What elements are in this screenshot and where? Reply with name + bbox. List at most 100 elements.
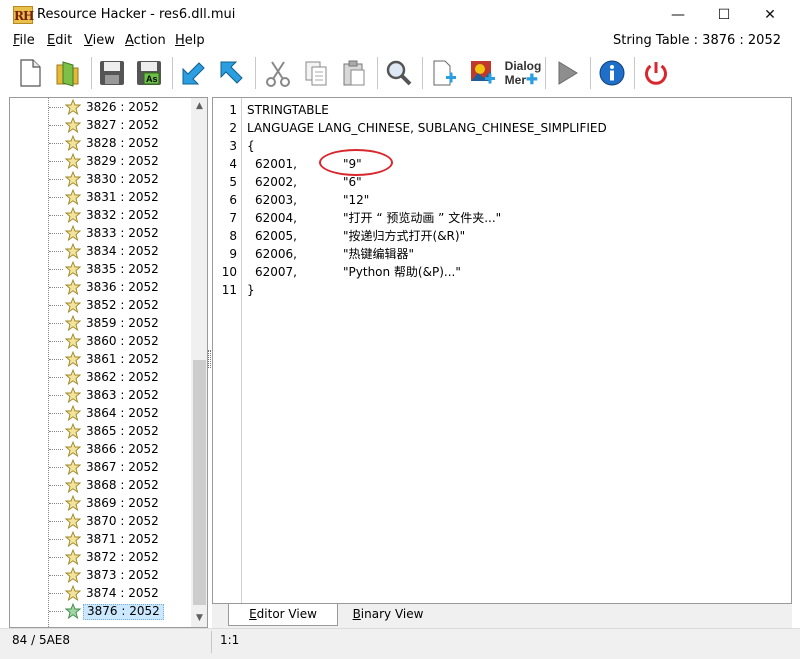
string-value: "打开 “ 预览动画 ” 文件夹..." bbox=[343, 211, 502, 225]
tree-item[interactable]: 3866 : 2052 bbox=[10, 440, 192, 458]
tree-item[interactable]: 3864 : 2052 bbox=[10, 404, 192, 422]
status-divider bbox=[211, 631, 212, 653]
tree-item[interactable]: 3829 : 2052 bbox=[10, 152, 192, 170]
star-icon bbox=[64, 242, 82, 260]
dialog-menu-button[interactable]: Dialog Mer✚ bbox=[505, 56, 542, 90]
tree-item[interactable]: 3872 : 2052 bbox=[10, 548, 192, 566]
code-editor[interactable]: 1 2 3 4 5 6 7 8 9 10 11 STRINGTABLE LANG… bbox=[212, 97, 792, 604]
tree-item[interactable]: 3831 : 2052 bbox=[10, 188, 192, 206]
tree-item[interactable]: 3836 : 2052 bbox=[10, 278, 192, 296]
exit-button[interactable] bbox=[640, 56, 672, 90]
tree-item-label: 3835 : 2052 bbox=[86, 262, 159, 276]
info-icon bbox=[599, 60, 625, 86]
tree-item[interactable]: 3867 : 2052 bbox=[10, 458, 192, 476]
star-icon bbox=[64, 350, 82, 368]
minimize-button[interactable]: — bbox=[655, 0, 701, 30]
menu-file[interactable]: File bbox=[13, 33, 35, 48]
tree-item[interactable]: 3871 : 2052 bbox=[10, 530, 192, 548]
tab-binary-view[interactable]: Binary View bbox=[338, 604, 438, 626]
star-icon bbox=[64, 296, 82, 314]
tree-item[interactable]: 3862 : 2052 bbox=[10, 368, 192, 386]
compile-script-button[interactable] bbox=[178, 56, 210, 90]
about-button[interactable] bbox=[596, 56, 628, 90]
star-icon bbox=[64, 440, 82, 458]
menu-edit[interactable]: Edit bbox=[47, 33, 72, 48]
line-number: 1 bbox=[229, 103, 237, 117]
new-file-button[interactable] bbox=[14, 56, 46, 90]
tree-item[interactable]: 3834 : 2052 bbox=[10, 242, 192, 260]
tree-item[interactable]: 3827 : 2052 bbox=[10, 116, 192, 134]
status-bar: 84 / 5AE8 1:1 bbox=[0, 628, 800, 659]
menu-action[interactable]: Action bbox=[125, 33, 166, 48]
star-icon bbox=[64, 512, 82, 530]
resource-tree[interactable]: 3826 : 2052 3827 : 2052 3828 : 2052 3829 : … bbox=[9, 97, 208, 628]
tree-item-label: 3833 : 2052 bbox=[86, 226, 159, 240]
paste-button[interactable] bbox=[338, 56, 370, 90]
search-button[interactable] bbox=[383, 56, 415, 90]
star-icon bbox=[64, 386, 82, 404]
tree-item[interactable]: 3835 : 2052 bbox=[10, 260, 192, 278]
save-as-icon: As bbox=[137, 61, 161, 85]
tree-item[interactable]: 3826 : 2052 bbox=[10, 98, 192, 116]
add-blank-resource-button[interactable] bbox=[428, 56, 460, 90]
tree-connector bbox=[49, 269, 63, 270]
tree-connector bbox=[49, 467, 63, 468]
tree-item[interactable]: 3873 : 2052 bbox=[10, 566, 192, 584]
add-image-resource-button[interactable] bbox=[467, 56, 499, 90]
tree-item[interactable]: 3833 : 2052 bbox=[10, 224, 192, 242]
copy-button[interactable] bbox=[300, 56, 332, 90]
annotation-ellipse bbox=[319, 149, 393, 176]
tree-item[interactable]: 3876 : 2052 bbox=[10, 602, 192, 620]
tab-editor-view[interactable]: Editor View bbox=[228, 604, 338, 626]
open-file-button[interactable] bbox=[52, 56, 84, 90]
tree-item-label: 3827 : 2052 bbox=[86, 118, 159, 132]
tree-connector bbox=[49, 575, 63, 576]
tree-connector bbox=[49, 413, 63, 414]
save-button[interactable] bbox=[96, 56, 128, 90]
star-icon bbox=[64, 548, 82, 566]
exit-icon bbox=[645, 62, 667, 85]
close-button[interactable]: ✕ bbox=[747, 0, 793, 30]
tree-item[interactable]: 3828 : 2052 bbox=[10, 134, 192, 152]
save-as-button[interactable]: As bbox=[133, 56, 165, 90]
tree-item[interactable]: 3852 : 2052 bbox=[10, 296, 192, 314]
star-icon bbox=[64, 368, 82, 386]
tree-item[interactable]: 3870 : 2052 bbox=[10, 512, 192, 530]
tree-item-label: 3866 : 2052 bbox=[86, 442, 159, 456]
dialog-menu-line2-row: Mer✚ bbox=[505, 72, 542, 87]
string-id: 62002, bbox=[255, 175, 297, 189]
scroll-up-arrow-icon[interactable]: ▲ bbox=[191, 98, 207, 115]
tree-item[interactable]: 3859 : 2052 bbox=[10, 314, 192, 332]
tree-item[interactable]: 3832 : 2052 bbox=[10, 206, 192, 224]
tree-item[interactable]: 3860 : 2052 bbox=[10, 332, 192, 350]
star-icon bbox=[64, 98, 82, 116]
menu-help[interactable]: Help bbox=[175, 33, 205, 48]
menu-view[interactable]: View bbox=[84, 33, 115, 48]
app-logo-icon: RH bbox=[13, 6, 34, 24]
tree-item-label: 3874 : 2052 bbox=[86, 586, 159, 600]
tree-scrollbar[interactable]: ▲ ▼ bbox=[191, 98, 207, 627]
status-offset: 84 / 5AE8 bbox=[12, 633, 71, 647]
scroll-thumb[interactable] bbox=[193, 360, 206, 605]
run-script-button[interactable] bbox=[551, 56, 583, 90]
tree-connector bbox=[49, 449, 63, 450]
jump-button[interactable] bbox=[216, 56, 248, 90]
line-number: 2 bbox=[229, 121, 237, 135]
scroll-down-arrow-icon[interactable]: ▼ bbox=[191, 610, 207, 627]
toolbar-separator bbox=[172, 57, 173, 89]
line-number: 8 bbox=[229, 229, 237, 243]
cut-button[interactable] bbox=[262, 56, 294, 90]
open-folder-icon bbox=[56, 61, 79, 87]
star-icon bbox=[64, 170, 82, 188]
star-icon bbox=[64, 476, 82, 494]
tree-item-label: 3831 : 2052 bbox=[86, 190, 159, 204]
tree-item[interactable]: 3830 : 2052 bbox=[10, 170, 192, 188]
tree-item[interactable]: 3863 : 2052 bbox=[10, 386, 192, 404]
tree-item[interactable]: 3869 : 2052 bbox=[10, 494, 192, 512]
tree-item[interactable]: 3861 : 2052 bbox=[10, 350, 192, 368]
maximize-button[interactable]: ☐ bbox=[701, 0, 747, 30]
tree-item[interactable]: 3865 : 2052 bbox=[10, 422, 192, 440]
tree-item[interactable]: 3874 : 2052 bbox=[10, 584, 192, 602]
run-script-icon bbox=[558, 61, 578, 85]
tree-item[interactable]: 3868 : 2052 bbox=[10, 476, 192, 494]
